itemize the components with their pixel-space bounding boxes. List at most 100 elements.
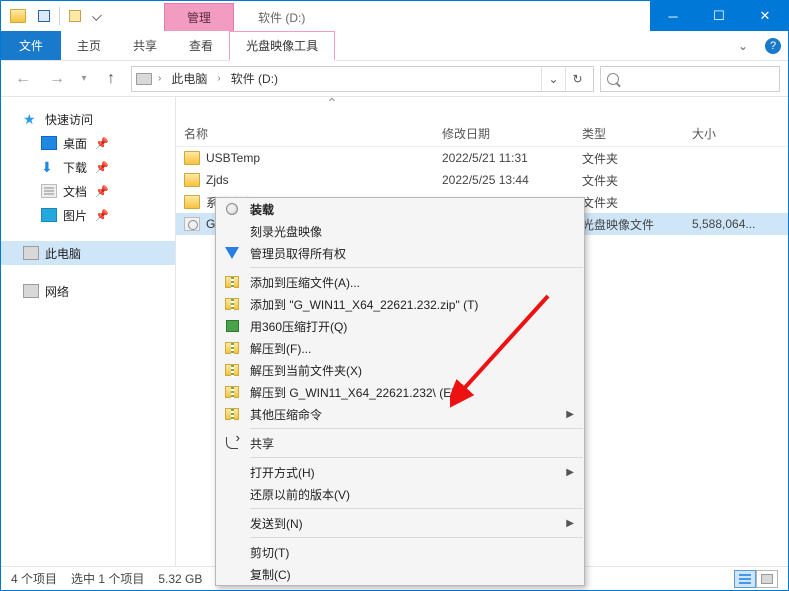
details-icon (739, 574, 751, 584)
file-tab[interactable]: 文件 (1, 31, 61, 60)
search-input[interactable]: 搜索"软件 (D:)" (600, 66, 780, 92)
file-name: USBTemp (206, 151, 260, 165)
file-row[interactable]: Zjds 2022/5/25 13:44文件夹 (176, 169, 788, 191)
forward-button[interactable]: → (43, 65, 71, 93)
menu-share[interactable]: 共享 (216, 432, 584, 454)
help-button[interactable]: ? (758, 31, 788, 60)
cell-name: Zjds (176, 173, 434, 187)
archive-icon (224, 296, 240, 312)
cell-type: 文件夹 (574, 172, 684, 189)
menu-add-archive[interactable]: 添加到压缩文件(A)... (216, 271, 584, 293)
menu-separator (250, 537, 583, 538)
large-icons-icon (761, 574, 773, 584)
column-headers: 名称 修改日期 类型 大小 (176, 121, 788, 147)
archive-icon (224, 406, 240, 422)
menu-cut[interactable]: 剪切(T) (216, 541, 584, 563)
download-icon: ⬇ (41, 160, 57, 174)
menu-extract-folder[interactable]: 解压到 G_WIN11_X64_22621.232\ (E) (216, 381, 584, 403)
file-row[interactable]: USBTemp2022/5/21 11:31文件夹 (176, 147, 788, 169)
sidebar-quick-access[interactable]: ★快速访问 (1, 107, 175, 131)
sidebar-network[interactable]: 网络 (1, 279, 175, 303)
menu-label: 解压到当前文件夹(X) (250, 362, 362, 379)
pictures-icon (41, 208, 57, 222)
share-icon (224, 435, 240, 451)
large-icons-view-button[interactable] (756, 570, 778, 588)
address-dropdown-button[interactable]: ⌄ (541, 67, 565, 91)
ribbon-tab-view[interactable]: 查看 (173, 31, 229, 60)
menu-admin-ownership[interactable]: 管理员取得所有权 (216, 242, 584, 264)
menu-label: 复制(C) (250, 566, 291, 583)
menu-add-to-zip[interactable]: 添加到 "G_WIN11_X64_22621.232.zip" (T) (216, 293, 584, 315)
sidebar-downloads[interactable]: ⬇下载📌 (1, 155, 175, 179)
menu-copy[interactable]: 复制(C) (216, 563, 584, 585)
ribbon-expand-button[interactable]: ⌄ (728, 31, 758, 60)
qat-dropdown[interactable] (90, 5, 104, 27)
close-button[interactable]: ✕ (742, 1, 788, 31)
submenu-arrow-icon: ▶ (566, 518, 574, 529)
menu-send-to[interactable]: 发送到(N)▶ (216, 512, 584, 534)
pin-icon: 📌 (95, 185, 109, 198)
menu-label: 共享 (250, 435, 274, 452)
menu-separator (250, 508, 583, 509)
window-title: 软件 (D:) (234, 3, 329, 31)
sidebar-documents[interactable]: 文档📌 (1, 179, 175, 203)
details-view-button[interactable] (734, 570, 756, 588)
ribbon-tab-home[interactable]: 主页 (61, 31, 117, 60)
submenu-arrow-icon: ▶ (566, 409, 574, 420)
folder-icon (184, 151, 200, 165)
qat-separator (59, 7, 60, 25)
history-dropdown[interactable]: ▾ (77, 73, 91, 84)
cell-type: 文件夹 (574, 194, 684, 211)
menu-label: 刻录光盘映像 (250, 223, 322, 240)
minimize-button[interactable]: ─ (650, 1, 696, 31)
window-controls: ─ ☐ ✕ (650, 1, 788, 31)
status-selection: 选中 1 个项目 (71, 570, 144, 587)
sidebar-this-pc[interactable]: 此电脑 (1, 241, 175, 265)
crumb-drive[interactable]: 软件 (D:) (227, 70, 282, 87)
ribbon-tab-disc-image[interactable]: 光盘映像工具 (229, 31, 335, 61)
menu-mount[interactable]: 装载 (216, 198, 584, 220)
sidebar-label: 桌面 (63, 135, 87, 152)
quick-access-toolbar (1, 1, 104, 31)
crumb-this-pc[interactable]: 此电脑 (167, 70, 211, 87)
chevron-right-icon: › (156, 73, 163, 84)
col-date[interactable]: 修改日期 (434, 121, 574, 146)
pc-icon (23, 246, 39, 260)
cell-date: 2022/5/25 13:44 (434, 173, 574, 187)
menu-burn[interactable]: 刻录光盘映像 (216, 220, 584, 242)
qat-btn-2[interactable] (64, 5, 86, 27)
status-size: 5.32 GB (158, 572, 202, 586)
cell-name: USBTemp (176, 151, 434, 165)
qat-btn-1[interactable] (33, 5, 55, 27)
sidebar-pictures[interactable]: 图片📌 (1, 203, 175, 227)
up-button[interactable]: ↑ (97, 65, 125, 93)
menu-restore-previous[interactable]: 还原以前的版本(V) (216, 483, 584, 505)
sidebar-desktop[interactable]: 桌面 📌 (1, 131, 175, 155)
shield-icon (224, 245, 240, 261)
refresh-button[interactable]: ↻ (565, 67, 589, 91)
pin-icon: 📌 (95, 137, 109, 150)
cell-date: 2022/5/21 11:31 (434, 151, 574, 165)
maximize-button[interactable]: ☐ (696, 1, 742, 31)
archive-icon (224, 384, 240, 400)
col-size[interactable]: 大小 (684, 121, 764, 146)
col-type[interactable]: 类型 (574, 121, 684, 146)
menu-extract-here[interactable]: 解压到当前文件夹(X) (216, 359, 584, 381)
address-bar[interactable]: › 此电脑 › 软件 (D:) ⌄ ↻ (131, 66, 594, 92)
col-name[interactable]: 名称 (176, 121, 434, 146)
column-collapse-button[interactable] (176, 97, 788, 121)
sidebar-label: 快速访问 (45, 111, 93, 128)
ribbon-tabs: 文件 主页 共享 查看 光盘映像工具 ⌄ ? (1, 31, 788, 61)
menu-open-360[interactable]: 用360压缩打开(Q) (216, 315, 584, 337)
menu-extract-to[interactable]: 解压到(F)... (216, 337, 584, 359)
network-icon (23, 284, 39, 298)
menu-other-zip[interactable]: 其他压缩命令 ▶ (216, 403, 584, 425)
menu-label: 其他压缩命令 (250, 406, 322, 423)
contextual-tab[interactable]: 管理 (164, 3, 234, 31)
menu-open-with[interactable]: 打开方式(H)▶ (216, 461, 584, 483)
ribbon-tab-share[interactable]: 共享 (117, 31, 173, 60)
file-name: Zjds (206, 173, 229, 187)
disc-image-icon (184, 217, 200, 231)
cell-size: 5,588,064... (684, 217, 764, 231)
back-button[interactable]: ← (9, 65, 37, 93)
